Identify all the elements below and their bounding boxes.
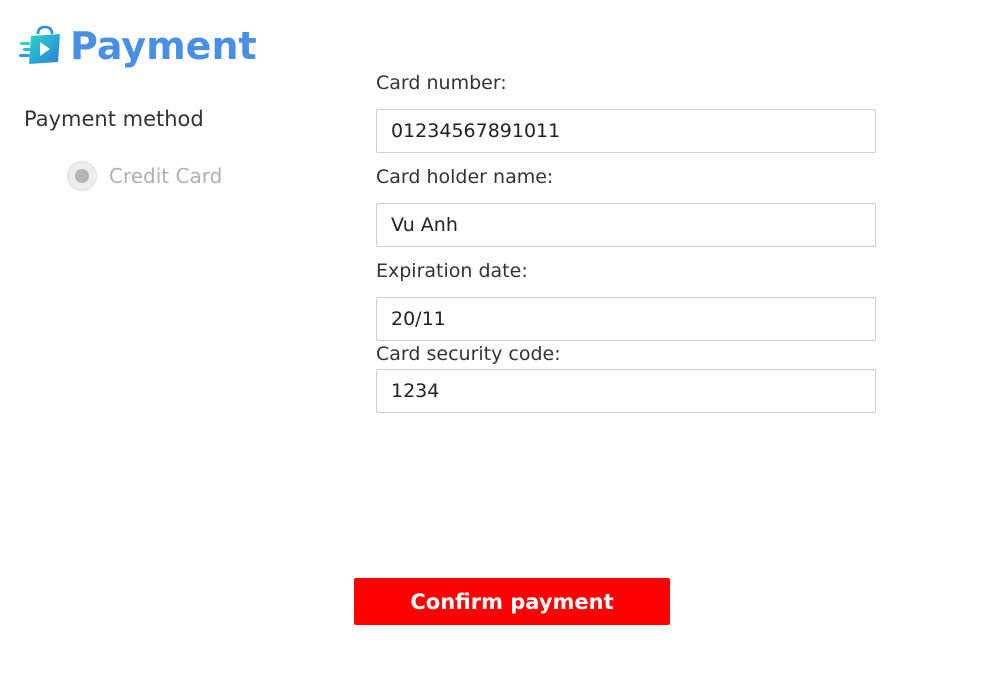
security-code-label: Card security code: bbox=[376, 343, 561, 365]
card-holder-label: Card holder name: bbox=[376, 166, 554, 188]
expiration-date-label: Expiration date: bbox=[376, 260, 528, 282]
confirm-payment-button[interactable]: Confirm payment bbox=[354, 578, 670, 625]
card-number-field[interactable] bbox=[376, 109, 876, 153]
card-holder-field[interactable] bbox=[376, 203, 876, 247]
credit-card-label: Credit Card bbox=[109, 164, 223, 188]
page-title: Payment bbox=[70, 24, 257, 68]
radio-dot bbox=[75, 169, 89, 183]
card-number-label: Card number: bbox=[376, 72, 507, 94]
security-code-field[interactable] bbox=[376, 369, 876, 413]
page-header: Payment bbox=[18, 22, 257, 70]
credit-card-radio[interactable] bbox=[67, 161, 97, 191]
expiration-date-field[interactable] bbox=[376, 297, 876, 341]
shopping-bag-delivery-icon bbox=[18, 24, 64, 68]
payment-page: Payment Payment method Credit Card Card … bbox=[0, 0, 987, 684]
payment-method-label: Payment method bbox=[24, 107, 204, 131]
credit-card-radio-option[interactable]: Credit Card bbox=[67, 161, 222, 191]
